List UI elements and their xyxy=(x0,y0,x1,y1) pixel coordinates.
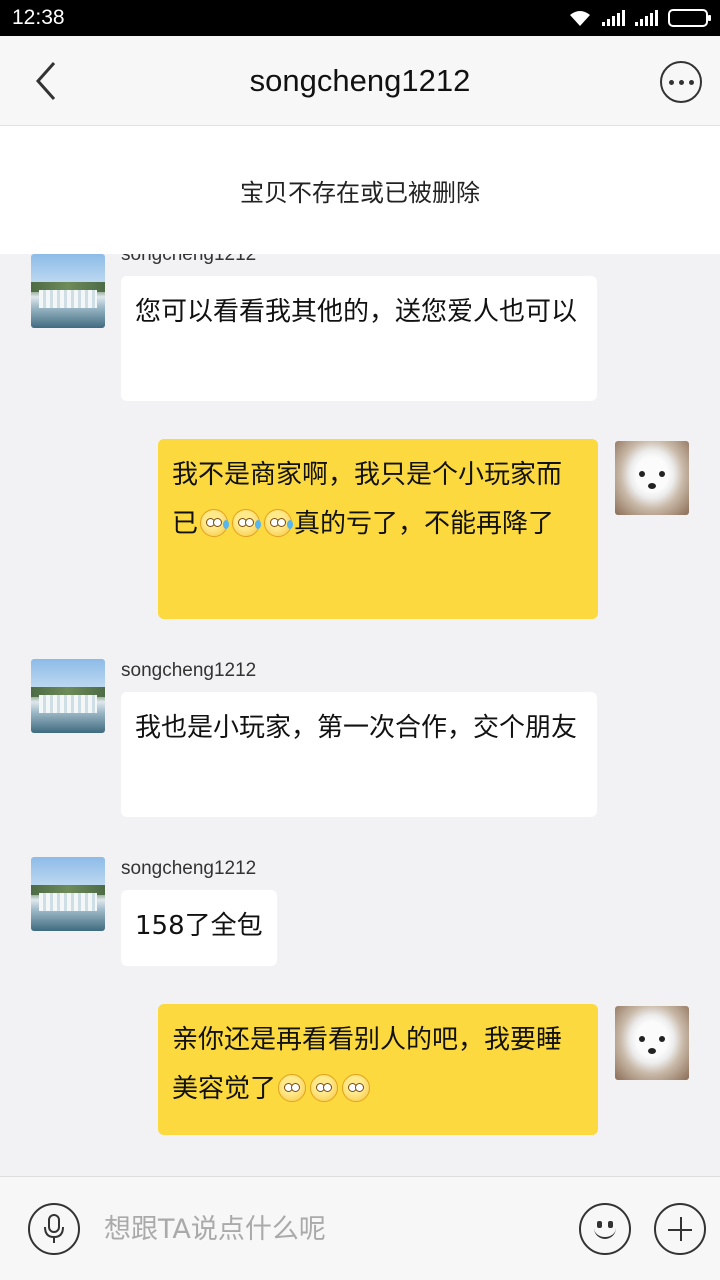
sweat-emoji-icon xyxy=(264,509,294,537)
avatar[interactable] xyxy=(31,857,105,931)
smile-emoji-icon xyxy=(278,1074,307,1102)
notice-text: 宝贝不存在或已被删除 xyxy=(240,178,480,207)
message-bubble[interactable]: 我不是商家啊，我只是个小玩家而已 真的亏了，不能再降了 xyxy=(158,439,598,619)
message-input[interactable] xyxy=(104,1203,564,1255)
item-deleted-notice: 宝贝不存在或已被删除 xyxy=(0,126,720,254)
smile-emoji-icon xyxy=(342,1074,371,1102)
chat-title: songcheng1212 xyxy=(249,63,471,98)
avatar[interactable] xyxy=(31,254,105,328)
message-bubble[interactable]: 我也是小玩家，第一次合作，交个朋友 xyxy=(121,692,597,817)
chat-messages[interactable]: songcheng1212 您可以看看我其他的，送您爱人也可以 我不是商家啊，我… xyxy=(0,254,720,1176)
status-time: 12:38 xyxy=(12,6,65,29)
plus-button[interactable] xyxy=(654,1203,706,1255)
more-dots-icon xyxy=(668,79,674,85)
chevron-left-icon xyxy=(35,62,56,100)
back-button[interactable] xyxy=(26,58,66,104)
wifi-icon xyxy=(570,11,590,26)
message-bubble[interactable]: 158了全包 xyxy=(121,890,277,966)
signal-icon xyxy=(602,10,625,26)
signal-icon-2 xyxy=(635,10,658,26)
microphone-icon xyxy=(44,1214,64,1243)
avatar[interactable] xyxy=(615,1006,689,1080)
avatar[interactable] xyxy=(31,659,105,733)
status-bar: 12:38 xyxy=(0,0,720,36)
message-bubble[interactable]: 您可以看看我其他的，送您爱人也可以 xyxy=(121,276,597,401)
message-bubble[interactable]: 亲你还是再看看别人的吧，我要睡美容觉了 xyxy=(158,1004,598,1135)
input-bar xyxy=(0,1176,720,1280)
chat-header: songcheng1212 xyxy=(0,36,720,126)
status-icons xyxy=(568,9,711,27)
more-button[interactable] xyxy=(660,61,702,103)
smile-emoji-icon xyxy=(310,1074,339,1102)
sender-name: songcheng1212 xyxy=(121,660,257,681)
sender-name: songcheng1212 xyxy=(121,254,257,265)
sweat-emoji-icon xyxy=(200,509,230,537)
sender-name: songcheng1212 xyxy=(121,858,257,879)
message-text: 真的亏了，不能再降了 xyxy=(294,509,555,539)
battery-icon xyxy=(668,9,711,27)
emoji-button[interactable] xyxy=(579,1203,631,1255)
sweat-emoji-icon xyxy=(232,509,262,537)
avatar[interactable] xyxy=(615,441,689,515)
voice-button[interactable] xyxy=(28,1203,80,1255)
